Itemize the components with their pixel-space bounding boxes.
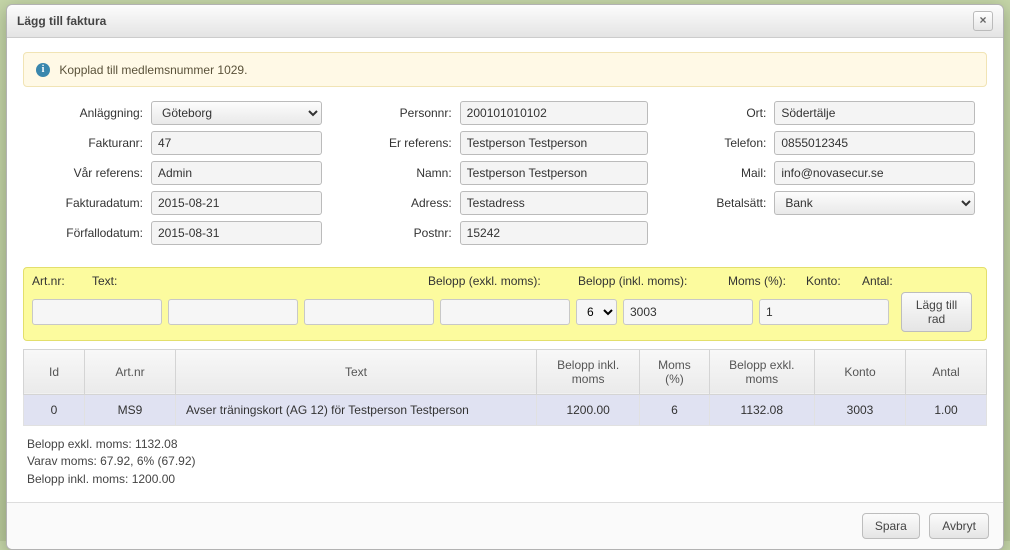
betalsatt-select[interactable]: Bank: [774, 191, 975, 215]
col-moms: Moms (%): [640, 349, 709, 394]
col-belopp-inkl: Belopp inkl. moms: [537, 349, 640, 394]
col-id: Id: [24, 349, 85, 394]
cancel-button[interactable]: Avbryt: [929, 513, 989, 539]
h-artnr: Art.nr:: [32, 274, 92, 288]
label-personnr: Personnr:: [362, 106, 452, 120]
dialog-titlebar[interactable]: Lägg till faktura ×: [7, 5, 1003, 38]
h-bex: Belopp (exkl. moms):: [428, 274, 578, 288]
form-col-2: Personnr: Er referens: Namn: Adress: Pos…: [362, 101, 649, 251]
add-row-button[interactable]: Lägg till rad: [901, 292, 972, 332]
table-header-row: Id Art.nr Text Belopp inkl. moms Moms (%…: [24, 349, 987, 394]
cell-konto: 3003: [815, 394, 906, 425]
label-adress: Adress:: [362, 196, 452, 210]
col-belopp-exkl: Belopp exkl. moms: [709, 349, 814, 394]
summary: Belopp exkl. moms: 1132.08 Varav moms: 6…: [23, 426, 987, 492]
label-var-ref: Vår referens:: [35, 166, 143, 180]
h-konto: Konto:: [806, 274, 862, 288]
label-postnr: Postnr:: [362, 226, 452, 240]
addrow-belopp-exkl-input[interactable]: [304, 299, 434, 325]
adress-input[interactable]: [460, 191, 649, 215]
dialog-body: i Kopplad till medlemsnummer 1029. Anläg…: [7, 38, 1003, 502]
col-artnr: Art.nr: [85, 349, 176, 394]
addrow-head: Art.nr: Text: Belopp (exkl. moms): Belop…: [32, 274, 978, 292]
form-col-3: Ort: Telefon: Mail: Betalsätt: Bank: [688, 101, 975, 251]
label-er-ref: Er referens:: [362, 136, 452, 150]
ort-input[interactable]: [774, 101, 975, 125]
label-forfallodatum: Förfallodatum:: [35, 226, 143, 240]
label-mail: Mail:: [688, 166, 766, 180]
h-antal: Antal:: [862, 274, 912, 288]
addrow-belopp-inkl-input[interactable]: [440, 299, 570, 325]
table-row[interactable]: 0 MS9 Avser träningskort (AG 12) för Tes…: [24, 394, 987, 425]
cell-artnr: MS9: [85, 394, 176, 425]
cell-antal: 1.00: [906, 394, 987, 425]
var-ref-input[interactable]: [151, 161, 322, 185]
label-telefon: Telefon:: [688, 136, 766, 150]
summary-excl: Belopp exkl. moms: 1132.08: [27, 436, 983, 453]
invoice-dialog: Lägg till faktura × i Kopplad till medle…: [6, 4, 1004, 550]
anlaggning-select[interactable]: Göteborg: [151, 101, 322, 125]
label-namn: Namn:: [362, 166, 452, 180]
lines-table: Id Art.nr Text Belopp inkl. moms Moms (%…: [23, 349, 987, 426]
postnr-input[interactable]: [460, 221, 649, 245]
h-bin: Belopp (inkl. moms):: [578, 274, 728, 288]
personnr-input[interactable]: [460, 101, 649, 125]
cell-id: 0: [24, 394, 85, 425]
label-fakturanr: Fakturanr:: [35, 136, 143, 150]
cell-moms: 6: [640, 394, 709, 425]
label-betalsatt: Betalsätt:: [688, 196, 766, 210]
forfallodatum-input[interactable]: [151, 221, 322, 245]
h-text: Text:: [92, 274, 428, 288]
save-button[interactable]: Spara: [862, 513, 920, 539]
info-icon: i: [36, 63, 50, 77]
addrow-inputs: 6 Lägg till rad: [32, 292, 978, 332]
summary-vat: Varav moms: 67.92, 6% (67.92): [27, 453, 983, 470]
dialog-title: Lägg till faktura: [17, 14, 106, 28]
cell-belopp-exkl: 1132.08: [709, 394, 814, 425]
dialog-buttons: Spara Avbryt: [7, 502, 1003, 549]
col-antal: Antal: [906, 349, 987, 394]
form-grid: Anläggning: Göteborg Fakturanr: Vår refe…: [23, 101, 987, 261]
mail-input[interactable]: [774, 161, 975, 185]
close-icon[interactable]: ×: [973, 11, 993, 31]
label-fakturadatum: Fakturadatum:: [35, 196, 143, 210]
telefon-input[interactable]: [774, 131, 975, 155]
cell-belopp-inkl: 1200.00: [537, 394, 640, 425]
label-ort: Ort:: [688, 106, 766, 120]
info-banner: i Kopplad till medlemsnummer 1029.: [23, 52, 987, 87]
col-text: Text: [176, 349, 537, 394]
col-konto: Konto: [815, 349, 906, 394]
label-anlaggning: Anläggning:: [35, 106, 143, 120]
namn-input[interactable]: [460, 161, 649, 185]
addrow-konto-input[interactable]: [623, 299, 753, 325]
addrow-moms-select[interactable]: 6: [576, 299, 617, 325]
addrow-artnr-input[interactable]: [32, 299, 162, 325]
er-ref-input[interactable]: [460, 131, 649, 155]
info-message: Kopplad till medlemsnummer 1029.: [59, 63, 247, 77]
addrow-antal-input[interactable]: [759, 299, 889, 325]
summary-incl: Belopp inkl. moms: 1200.00: [27, 471, 983, 488]
addrow-bar: Art.nr: Text: Belopp (exkl. moms): Belop…: [23, 267, 987, 341]
fakturadatum-input[interactable]: [151, 191, 322, 215]
fakturanr-input[interactable]: [151, 131, 322, 155]
h-moms: Moms (%):: [728, 274, 806, 288]
addrow-text-input[interactable]: [168, 299, 298, 325]
form-col-1: Anläggning: Göteborg Fakturanr: Vår refe…: [35, 101, 322, 251]
cell-text: Avser träningskort (AG 12) för Testperso…: [176, 394, 537, 425]
